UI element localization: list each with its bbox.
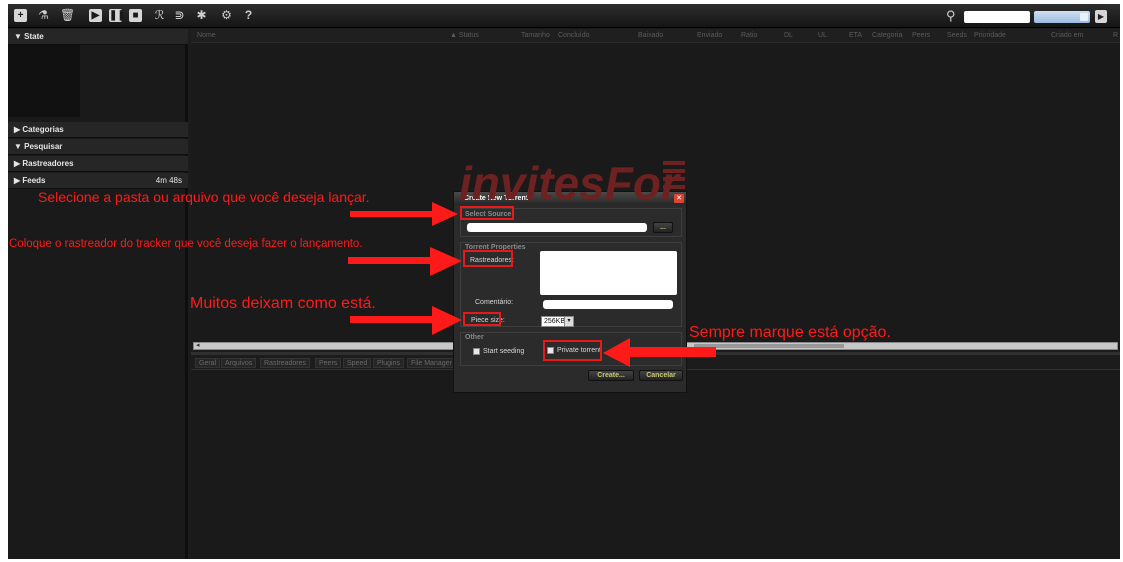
annotation-private-torrent: Sempre marque está opção. [689,324,891,341]
annotation-piece-size: Muitos deixam como está. [190,295,376,312]
arrow-source [350,202,458,226]
arrow-private-torrent [603,338,716,367]
arrow-trackers [348,247,462,276]
annotation-source: Selecione a pasta ou arquivo que você de… [38,189,370,205]
annotation-arrows [348,202,716,367]
annotation-trackers: Coloque o rastreador do tracker que você… [9,238,363,250]
